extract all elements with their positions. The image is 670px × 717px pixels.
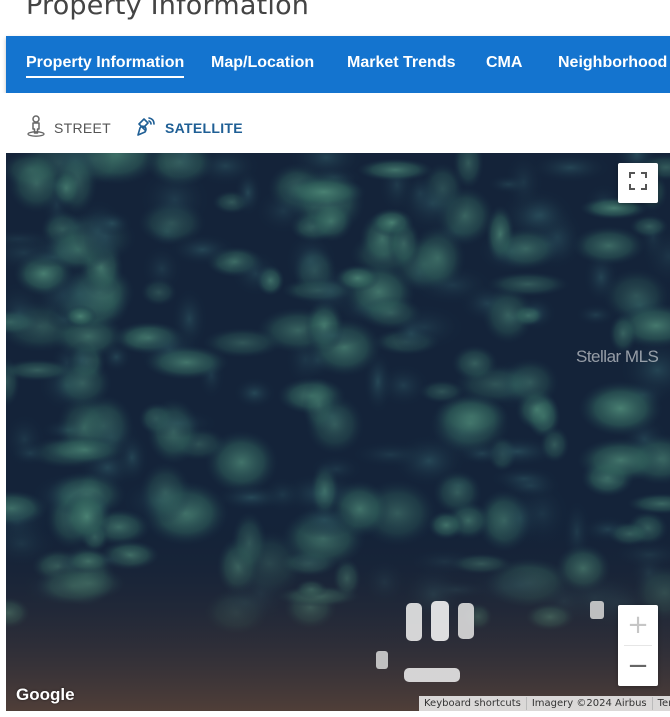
street-view-button[interactable]: STREET (26, 115, 111, 140)
tab-property-information[interactable]: Property Information (26, 54, 185, 78)
google-logo[interactable]: Google (16, 685, 75, 705)
map-attribution: Keyboard shortcuts Imagery ©2024 Airbus … (419, 696, 670, 711)
satellite-view-button[interactable]: SATELLITE (135, 115, 243, 140)
zoom-controls: + − (618, 605, 658, 686)
page-title: Property Information (26, 0, 310, 21)
tab-market-trends[interactable]: Market Trends (347, 54, 455, 72)
zoom-out-button[interactable]: − (618, 646, 658, 686)
map-type-switcher: STREET SATELLITE (0, 93, 670, 153)
satellite-map[interactable]: Stellar MLS + − Google Keyboard shortcut… (6, 153, 670, 711)
satellite-imagery (6, 153, 670, 711)
fullscreen-button[interactable] (618, 163, 658, 203)
stellar-mls-watermark: Stellar MLS (576, 347, 659, 366)
tab-cma[interactable]: CMA (486, 54, 522, 72)
satellite-view-label: SATELLITE (165, 119, 243, 136)
satellite-icon (135, 115, 157, 140)
tab-bar: Property Information Map/Location Market… (6, 36, 670, 93)
imagery-credit: Imagery ©2024 Airbus (527, 697, 653, 710)
street-view-label: STREET (54, 119, 112, 136)
fullscreen-icon (629, 171, 647, 195)
tab-map-location[interactable]: Map/Location (211, 54, 314, 72)
street-view-person-icon (26, 115, 46, 140)
keyboard-shortcuts-link[interactable]: Keyboard shortcuts (419, 697, 527, 710)
tab-neighborhood[interactable]: Neighborhood (558, 54, 667, 72)
terms-link[interactable]: Terms (653, 697, 670, 710)
zoom-in-button[interactable]: + (618, 605, 658, 645)
